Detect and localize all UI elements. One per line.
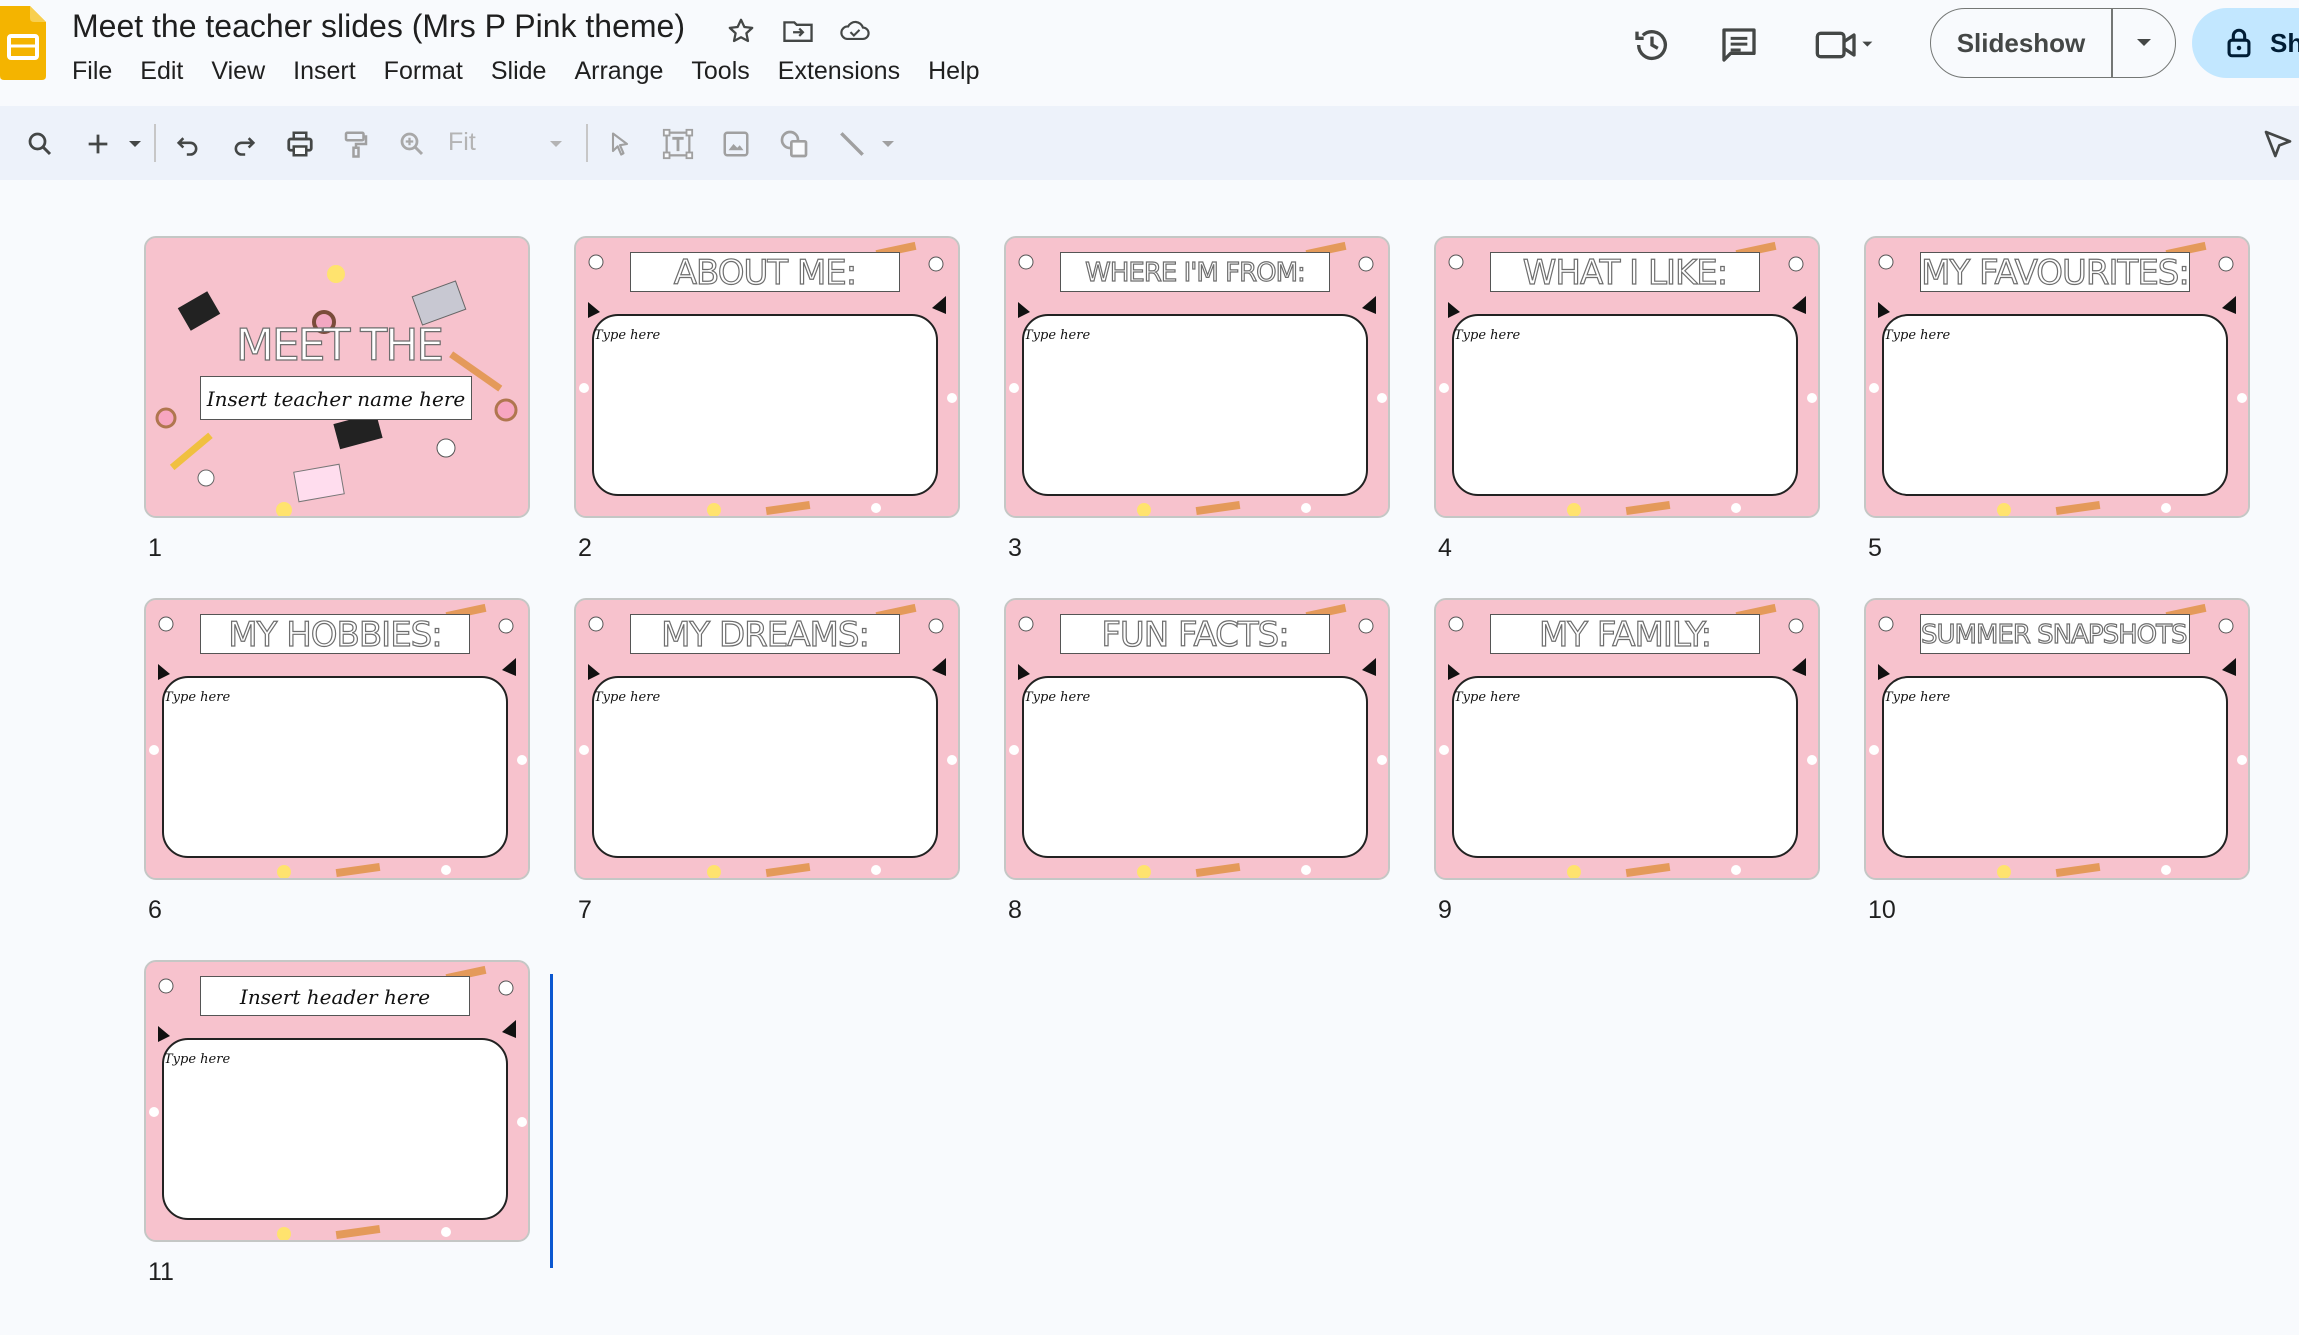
slide-number: 2: [578, 534, 592, 562]
undo-icon[interactable]: [166, 122, 210, 166]
slide-thumbnail[interactable]: MY FAMILY: Type here: [1434, 598, 1820, 880]
slide-header: FUN FACTS:: [1060, 614, 1330, 654]
menu-arrange[interactable]: Arrange: [560, 54, 677, 88]
version-history-icon[interactable]: [1625, 18, 1679, 72]
slide-thumbnail[interactable]: MY DREAMS: Type here: [574, 598, 960, 880]
text-box-icon[interactable]: [656, 122, 700, 166]
slide-thumbnail[interactable]: MEET THE TEACHERInsert teacher name here: [144, 236, 530, 518]
slide-thumbnail[interactable]: WHERE I'M FROM: Type here: [1004, 236, 1390, 518]
slide-body-text: Type here: [1024, 328, 1091, 343]
lock-icon: [2227, 28, 2251, 58]
menu-view[interactable]: View: [197, 54, 279, 88]
star-icon[interactable]: [724, 14, 758, 48]
slideshow-button[interactable]: Slideshow: [1931, 9, 2111, 77]
slide-body-text: Type here: [1024, 690, 1091, 705]
menu-file[interactable]: File: [72, 54, 126, 88]
slide-body-text: Type here: [1884, 690, 1951, 705]
menu-tools[interactable]: Tools: [677, 54, 763, 88]
share-label: Sh: [2270, 28, 2299, 58]
redo-icon[interactable]: [222, 122, 266, 166]
line-icon[interactable]: [830, 122, 874, 166]
menu-edit[interactable]: Edit: [126, 54, 197, 88]
comments-icon[interactable]: [1712, 18, 1766, 72]
slide-header: MY DREAMS:: [630, 614, 900, 654]
menu-help[interactable]: Help: [914, 54, 993, 88]
slide-body-text: Type here: [1454, 690, 1521, 705]
zoom-icon[interactable]: [390, 122, 434, 166]
slide-number: 10: [1868, 896, 1896, 924]
cloud-saved-icon[interactable]: [838, 14, 872, 48]
slide-thumbnail[interactable]: MY FAVOURITES: Type here: [1864, 236, 2250, 518]
document-title[interactable]: Meet the teacher slides (Mrs P Pink them…: [72, 4, 685, 48]
slides-logo-icon[interactable]: [0, 6, 46, 80]
new-slide-icon[interactable]: [76, 122, 120, 166]
new-slide-layout-dropdown-icon[interactable]: [118, 122, 152, 166]
slide-thumbnail[interactable]: ABOUT ME: Type here: [574, 236, 960, 518]
zoom-select[interactable]: Fit: [448, 128, 476, 157]
slide-number: 9: [1438, 896, 1452, 924]
slide-header: MY FAVOURITES:: [1920, 252, 2190, 292]
line-dropdown-icon[interactable]: [870, 122, 906, 166]
move-to-folder-icon[interactable]: [781, 14, 815, 48]
toolbar-divider: [586, 124, 588, 162]
meet-video-icon[interactable]: [1812, 18, 1876, 72]
slide-subtitle: Insert teacher name here: [200, 376, 472, 420]
share-button[interactable]: Sh: [2192, 8, 2299, 78]
menu-slide[interactable]: Slide: [477, 54, 561, 88]
slide-header: WHERE I'M FROM:: [1060, 252, 1330, 292]
slideshow-button-group: Slideshow: [1930, 8, 2176, 78]
search-menus-icon[interactable]: [18, 122, 62, 166]
slide-header: ABOUT ME:: [630, 252, 900, 292]
slide-thumbnail[interactable]: Insert header here Type here: [144, 960, 530, 1242]
slide-thumbnail[interactable]: SUMMER SNAPSHOTS: Type here: [1864, 598, 2250, 880]
slide-thumbnail[interactable]: MY HOBBIES: Type here: [144, 598, 530, 880]
slide-header: MY FAMILY:: [1490, 614, 1760, 654]
select-cursor-icon[interactable]: [598, 122, 642, 166]
slide-body-text: Type here: [164, 1052, 231, 1067]
menu-extensions[interactable]: Extensions: [764, 54, 914, 88]
slide-header: MY HOBBIES:: [200, 614, 470, 654]
slide-header: Insert header here: [200, 976, 470, 1016]
paint-format-icon[interactable]: [334, 122, 378, 166]
slide-body-text: Type here: [164, 690, 231, 705]
slide-number: 7: [578, 896, 592, 924]
slide-body-text: Type here: [594, 690, 661, 705]
pointer-icon[interactable]: [2256, 122, 2299, 166]
print-icon[interactable]: [278, 122, 322, 166]
slide-number: 6: [148, 896, 162, 924]
menu-format[interactable]: Format: [370, 54, 477, 88]
slide-header: SUMMER SNAPSHOTS:: [1920, 614, 2190, 654]
slide-number: 11: [148, 1258, 174, 1286]
slide-body-text: Type here: [594, 328, 661, 343]
slide-body-text: Type here: [1454, 328, 1521, 343]
slide-body-text: Type here: [1884, 328, 1951, 343]
slide-number: 5: [1868, 534, 1882, 562]
slide-number: 3: [1008, 534, 1022, 562]
slide-number: 8: [1008, 896, 1022, 924]
slide-header: WHAT I LIKE:: [1490, 252, 1760, 292]
menu-bar: File Edit View Insert Format Slide Arran…: [72, 54, 994, 88]
slide-thumbnail[interactable]: WHAT I LIKE: Type here: [1434, 236, 1820, 518]
zoom-dropdown-icon[interactable]: [536, 122, 576, 166]
slide-number: 4: [1438, 534, 1452, 562]
slideshow-dropdown-icon[interactable]: [2113, 9, 2175, 77]
menu-insert[interactable]: Insert: [279, 54, 370, 88]
shape-icon[interactable]: [772, 122, 816, 166]
insert-image-icon[interactable]: [714, 122, 758, 166]
slide-number: 1: [148, 534, 162, 562]
insertion-cursor: [550, 974, 553, 1268]
toolbar-divider: [154, 124, 156, 162]
slide-thumbnail[interactable]: FUN FACTS: Type here: [1004, 598, 1390, 880]
